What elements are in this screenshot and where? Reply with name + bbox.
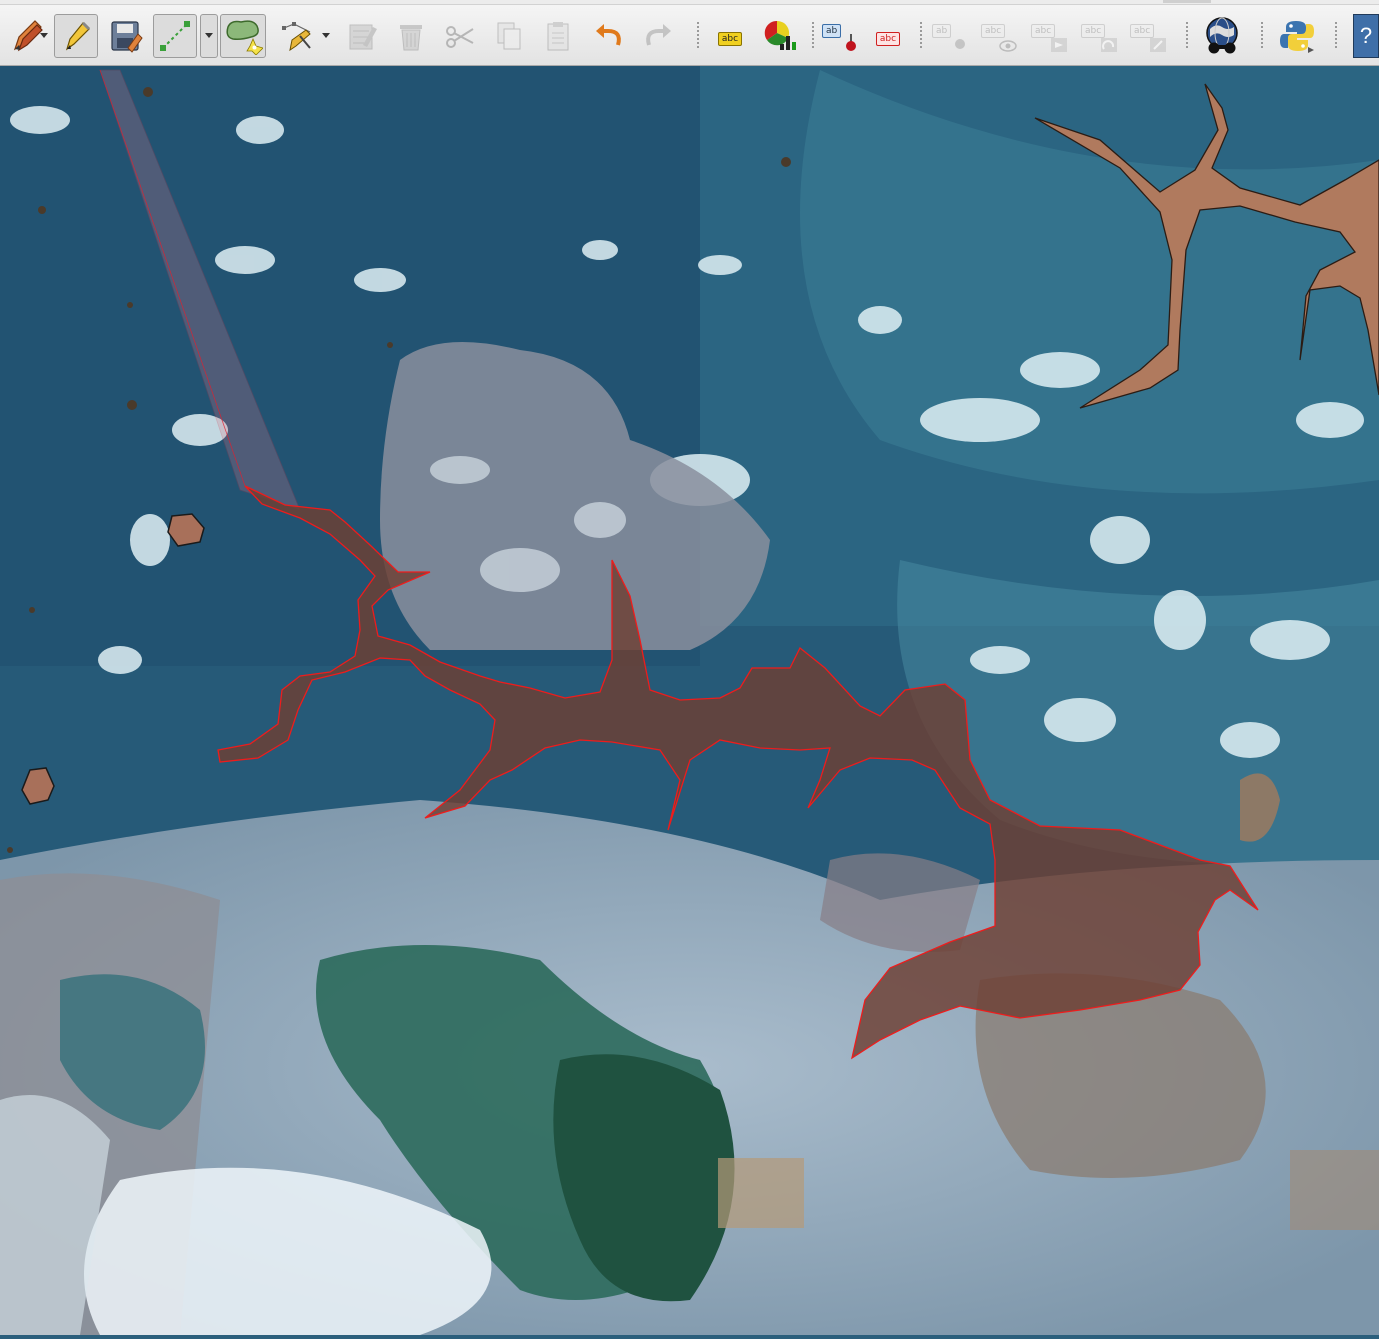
rotate-label-button[interactable]: abc <box>1027 14 1071 58</box>
layer-labeling-button[interactable]: abc <box>708 14 752 58</box>
label-show-icon: ab <box>930 18 970 54</box>
label-text: abc <box>981 24 1006 38</box>
toolbar-separator <box>697 22 699 48</box>
toolbar-top-strip <box>0 0 1379 5</box>
label-text: abc <box>717 32 743 46</box>
pin-unpin-labels-button[interactable]: abc <box>866 14 910 58</box>
add-line-feature-button[interactable] <box>153 14 197 58</box>
undo-icon <box>592 19 626 53</box>
layer-diagram-button[interactable] <box>758 14 802 58</box>
toolbar-handle[interactable] <box>1163 0 1211 3</box>
help-icon: ? <box>1359 23 1373 48</box>
cut-features-button[interactable] <box>438 14 482 58</box>
chevron-down-icon <box>40 33 48 38</box>
vertex-tool-dropdown[interactable] <box>318 14 334 58</box>
current-edits-dropdown[interactable] <box>38 14 50 58</box>
pencil-icon <box>59 19 93 53</box>
modify-attributes-button[interactable] <box>340 14 384 58</box>
label-text: abc <box>1081 24 1106 38</box>
toolbar-separator <box>1186 22 1188 48</box>
web-plugin-button[interactable] <box>1200 14 1244 58</box>
toolbar-separator <box>1261 22 1263 48</box>
label-unpin-icon: abc <box>875 26 901 46</box>
add-polygon-feature-button[interactable] <box>220 14 266 58</box>
small-polygon-feature[interactable] <box>21 767 55 805</box>
whats-this-button[interactable]: ? <box>1353 14 1379 58</box>
label-tag-icon: abc <box>717 26 743 46</box>
copy-icon <box>492 19 526 53</box>
toolbar-separator <box>812 22 814 48</box>
vertex-tool-icon <box>280 18 316 54</box>
vertex-tool-button[interactable] <box>276 14 320 58</box>
label-text: ab <box>822 24 842 38</box>
existing-polygon-feature[interactable] <box>1034 83 1379 409</box>
label-text: abc <box>875 32 901 46</box>
label-rotate-icon: abc <box>1029 18 1069 54</box>
label-edit-icon: abc <box>1079 18 1119 54</box>
toolbar-separator <box>1335 22 1337 48</box>
label-move-icon: abc <box>979 18 1019 54</box>
paste-features-button[interactable] <box>536 14 580 58</box>
attribute-table-edit-icon <box>345 19 379 53</box>
move-label-button[interactable]: abc <box>977 14 1021 58</box>
toolbar-separator <box>920 22 922 48</box>
diagram-icon <box>762 18 798 54</box>
label-properties-icon: abc <box>1128 18 1168 54</box>
small-polygon-feature[interactable] <box>167 513 205 547</box>
vector-layer <box>7 69 1379 1060</box>
paste-icon <box>541 19 575 53</box>
add-feature-dropdown[interactable] <box>200 14 218 58</box>
label-pin-icon: ab <box>820 18 860 54</box>
redo-button[interactable] <box>636 14 680 58</box>
globe-binoculars-icon <box>1202 17 1242 55</box>
scissors-icon <box>443 19 477 53</box>
label-properties-button[interactable]: abc <box>1126 14 1170 58</box>
edited-polygon[interactable] <box>217 485 1259 1060</box>
trash-icon <box>394 19 428 53</box>
toggle-editing-button[interactable] <box>54 14 98 58</box>
highlight-pinned-labels-button[interactable]: ab <box>818 14 862 58</box>
undo-button[interactable] <box>587 14 631 58</box>
redo-icon <box>641 19 675 53</box>
chevron-down-icon <box>322 33 330 38</box>
rubber-band-line <box>99 69 246 487</box>
save-disk-icon <box>108 18 144 54</box>
copy-features-button[interactable] <box>487 14 531 58</box>
change-label-button[interactable]: abc <box>1077 14 1121 58</box>
polygon-icon <box>223 17 263 55</box>
label-text: ab <box>932 24 952 38</box>
python-icon <box>1278 17 1316 55</box>
chevron-down-icon <box>205 33 213 38</box>
python-console-button[interactable] <box>1275 14 1319 58</box>
delete-selected-button[interactable] <box>389 14 433 58</box>
label-text: abc <box>1031 24 1056 38</box>
editing-toolbar: abc ab abc ab abc abc abc abc ? <box>0 0 1379 66</box>
line-digitize-icon <box>157 18 193 54</box>
map-canvas[interactable] <box>0 66 1379 1335</box>
label-text: abc <box>1130 24 1155 38</box>
show-hide-labels-button[interactable]: ab <box>928 14 972 58</box>
save-layer-edits-button[interactable] <box>104 14 148 58</box>
